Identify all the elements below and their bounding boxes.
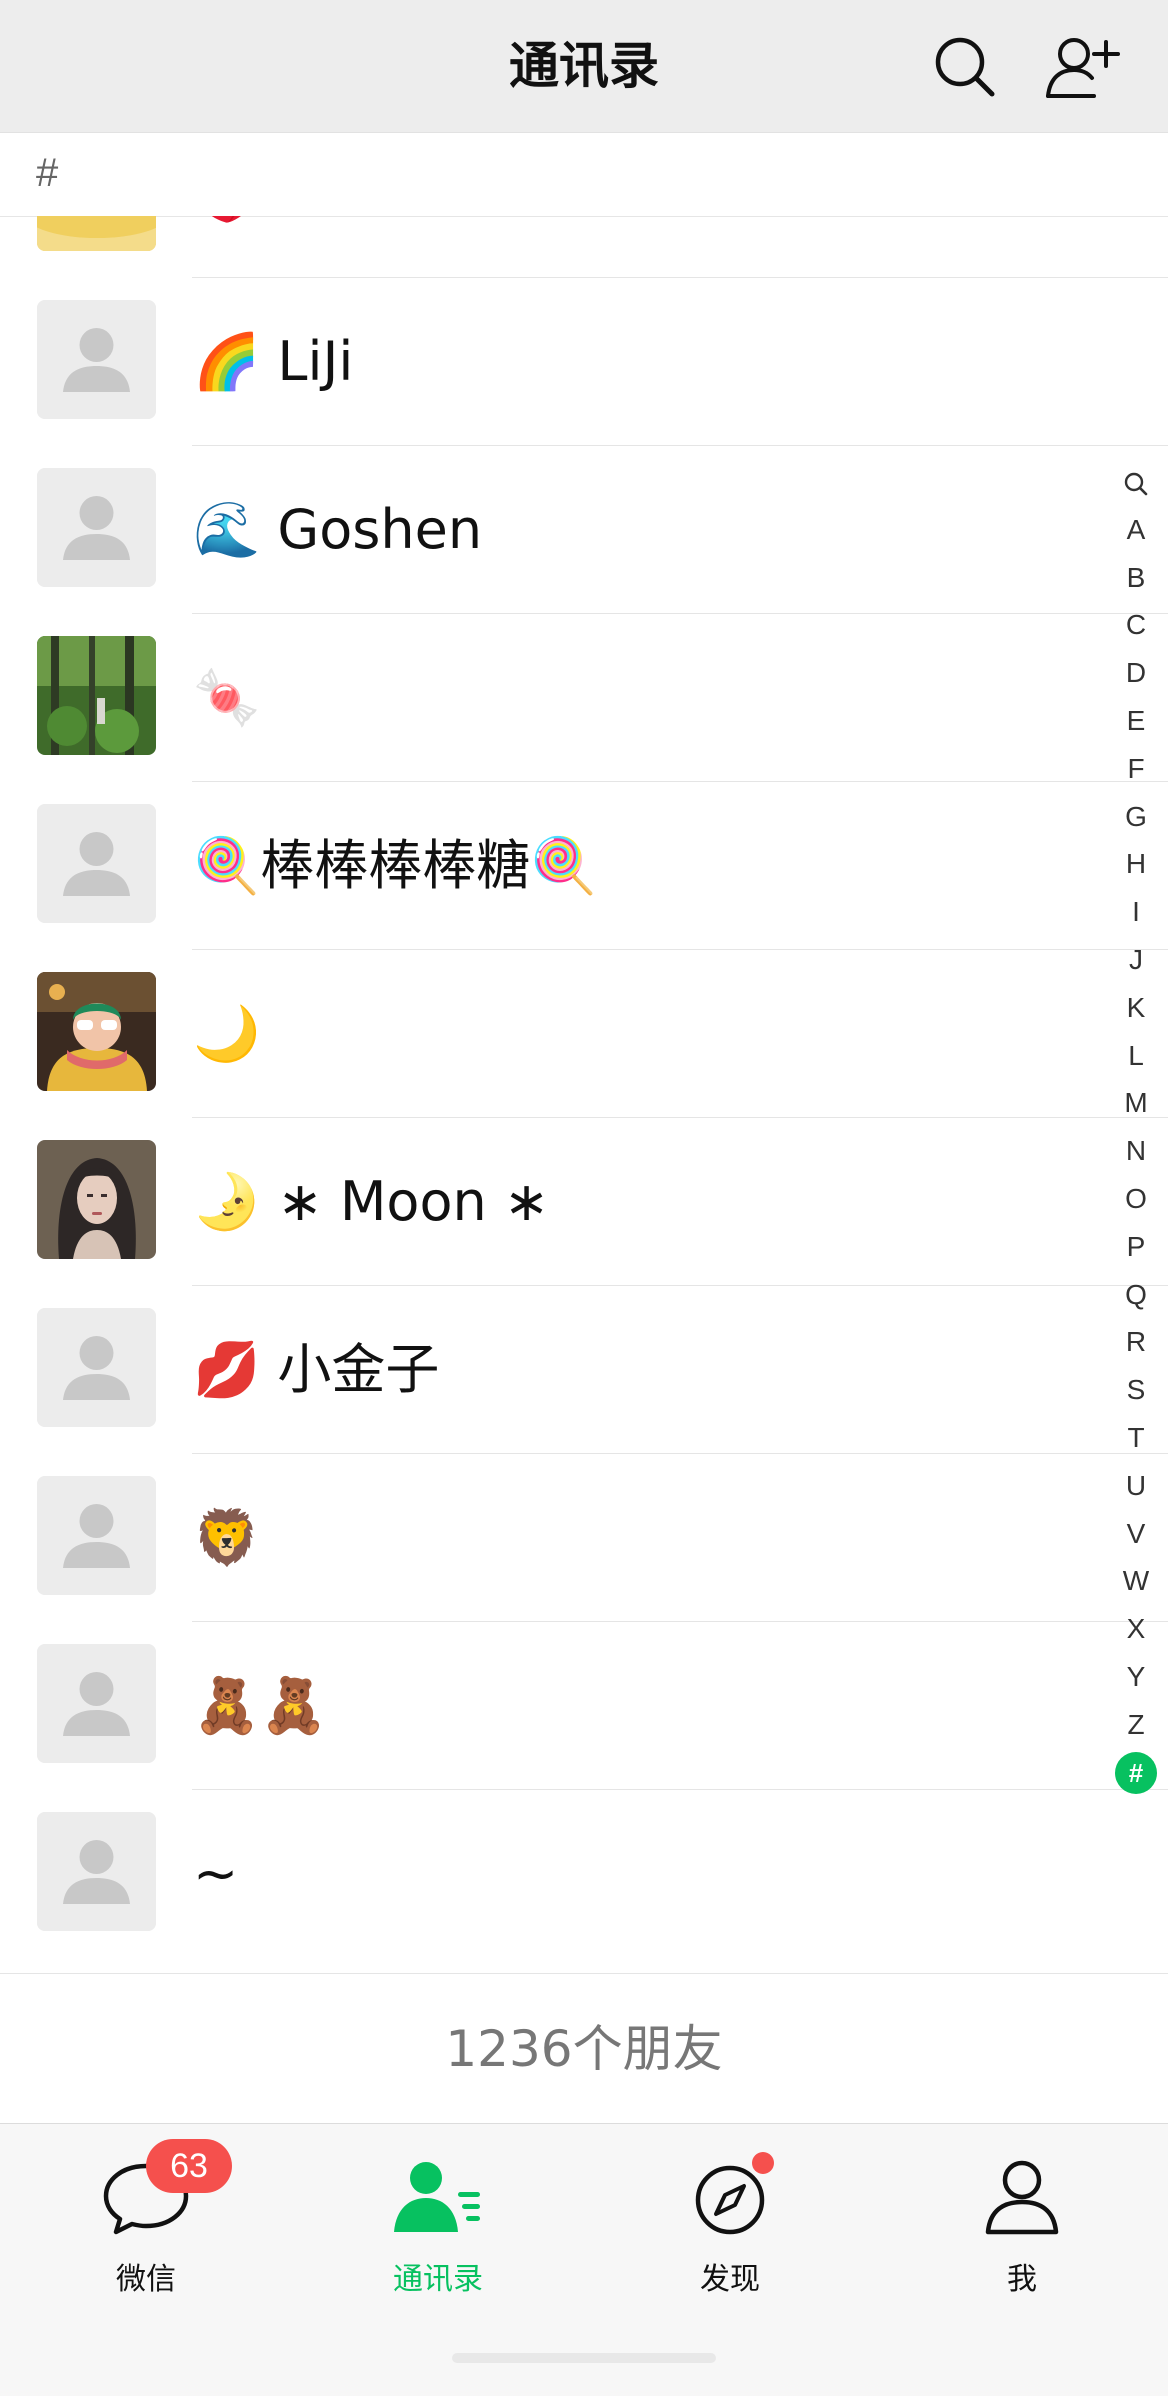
index-letter[interactable]: A	[1108, 506, 1164, 554]
contact-name: 🌈 LiJi	[193, 330, 354, 393]
index-letter[interactable]: U	[1108, 1462, 1164, 1510]
default-avatar-icon	[37, 1644, 156, 1763]
contact-row[interactable]: 🧸🧸	[0, 1622, 1168, 1790]
index-letter[interactable]: N	[1108, 1127, 1164, 1175]
contact-name: 🍬	[193, 666, 261, 729]
index-letter-active[interactable]: #	[1108, 1749, 1164, 1797]
contact-name: 🦁	[193, 1506, 261, 1569]
avatar	[37, 972, 156, 1091]
avatar	[37, 1140, 156, 1259]
tab-label: 通讯录	[393, 2262, 483, 2297]
index-letter[interactable]: I	[1108, 888, 1164, 936]
default-avatar-icon	[37, 1812, 156, 1931]
contact-row[interactable]: 🍑	[0, 216, 1168, 278]
friend-count: 1236个朋友	[0, 1973, 1168, 2124]
tab-me[interactable]: 我	[876, 2124, 1168, 2324]
tab-bar: 63 微信 通讯录 发现 我	[0, 2123, 1168, 2396]
contact-row[interactable]: ~	[0, 1790, 1168, 1958]
avatar	[37, 636, 156, 755]
index-letter[interactable]: M	[1108, 1079, 1164, 1127]
tab-label: 发现	[700, 2262, 760, 2297]
index-letter[interactable]: V	[1108, 1510, 1164, 1558]
index-letter[interactable]: W	[1108, 1557, 1164, 1605]
contact-name: 🌊 Goshen	[193, 498, 483, 561]
section-label: #	[36, 151, 59, 195]
home-indicator	[452, 2353, 716, 2363]
index-letter[interactable]: G	[1108, 793, 1164, 841]
index-letter[interactable]: Z	[1108, 1701, 1164, 1749]
index-letter[interactable]: O	[1108, 1175, 1164, 1223]
index-letter[interactable]: E	[1108, 697, 1164, 745]
tab-label: 我	[1007, 2262, 1037, 2297]
contact-name: 💋 小金子	[193, 1338, 440, 1401]
index-letter[interactable]: L	[1108, 1032, 1164, 1080]
index-letter[interactable]: H	[1108, 840, 1164, 888]
tab-contacts[interactable]: 通讯录	[292, 2124, 584, 2324]
index-letter[interactable]: P	[1108, 1223, 1164, 1271]
default-avatar-icon	[37, 804, 156, 923]
contact-row[interactable]: 🍭棒棒棒棒糖🍭	[0, 782, 1168, 950]
contact-row[interactable]: 🌊 Goshen	[0, 446, 1168, 614]
unread-badge: 63	[146, 2139, 232, 2193]
contact-name: 🧸🧸	[193, 1674, 328, 1737]
add-contact-icon[interactable]	[1044, 32, 1124, 102]
index-letter[interactable]: R	[1108, 1318, 1164, 1366]
section-header: #	[0, 133, 1168, 217]
contact-row[interactable]: 🌈 LiJi	[0, 278, 1168, 446]
contact-name: 🍭棒棒棒棒糖🍭	[193, 834, 598, 897]
nav-bar: 通讯录	[0, 0, 1168, 133]
contact-name: 🌛 ∗ Moon ∗	[193, 1170, 550, 1233]
index-letter[interactable]: X	[1108, 1605, 1164, 1653]
index-letter[interactable]: D	[1108, 649, 1164, 697]
index-letter[interactable]: C	[1108, 601, 1164, 649]
contact-name: 🍑	[193, 216, 260, 278]
index-letter[interactable]: S	[1108, 1366, 1164, 1414]
index-search-icon[interactable]	[1108, 458, 1164, 506]
alphabet-index-bar[interactable]: A B C D E F G H I J K L M N O P Q R S T …	[1108, 458, 1164, 1796]
avatar	[37, 216, 156, 251]
notification-dot	[752, 2152, 774, 2174]
default-avatar-icon	[37, 300, 156, 419]
index-letter[interactable]: Q	[1108, 1271, 1164, 1319]
tab-label: 微信	[116, 2262, 176, 2297]
index-letter[interactable]: J	[1108, 936, 1164, 984]
tab-chats[interactable]: 63 微信	[0, 2124, 292, 2324]
contact-name: ~	[193, 1842, 239, 1905]
tab-discover[interactable]: 发现	[584, 2124, 876, 2324]
contact-row[interactable]: 💋 小金子	[0, 1286, 1168, 1454]
contact-row[interactable]: 🌛 ∗ Moon ∗	[0, 1118, 1168, 1286]
index-letter[interactable]: Y	[1108, 1653, 1164, 1701]
person-icon	[972, 2156, 1072, 2236]
index-letter[interactable]: B	[1108, 554, 1164, 602]
contact-row[interactable]: 🍬	[0, 614, 1168, 782]
index-letter[interactable]: T	[1108, 1414, 1164, 1462]
default-avatar-icon	[37, 1308, 156, 1427]
contact-list[interactable]: 🍑 🌈 LiJi 🌊 Goshen �	[0, 216, 1168, 1973]
default-avatar-icon	[37, 468, 156, 587]
contact-name: 🌙	[193, 1002, 261, 1065]
contact-row[interactable]: 🦁	[0, 1454, 1168, 1622]
contacts-icon	[388, 2156, 488, 2236]
contact-row[interactable]: 🌙	[0, 950, 1168, 1118]
search-icon[interactable]	[930, 32, 1000, 102]
index-letter[interactable]: F	[1108, 745, 1164, 793]
index-letter[interactable]: K	[1108, 984, 1164, 1032]
index-active-label: #	[1115, 1751, 1157, 1794]
default-avatar-icon	[37, 1476, 156, 1595]
